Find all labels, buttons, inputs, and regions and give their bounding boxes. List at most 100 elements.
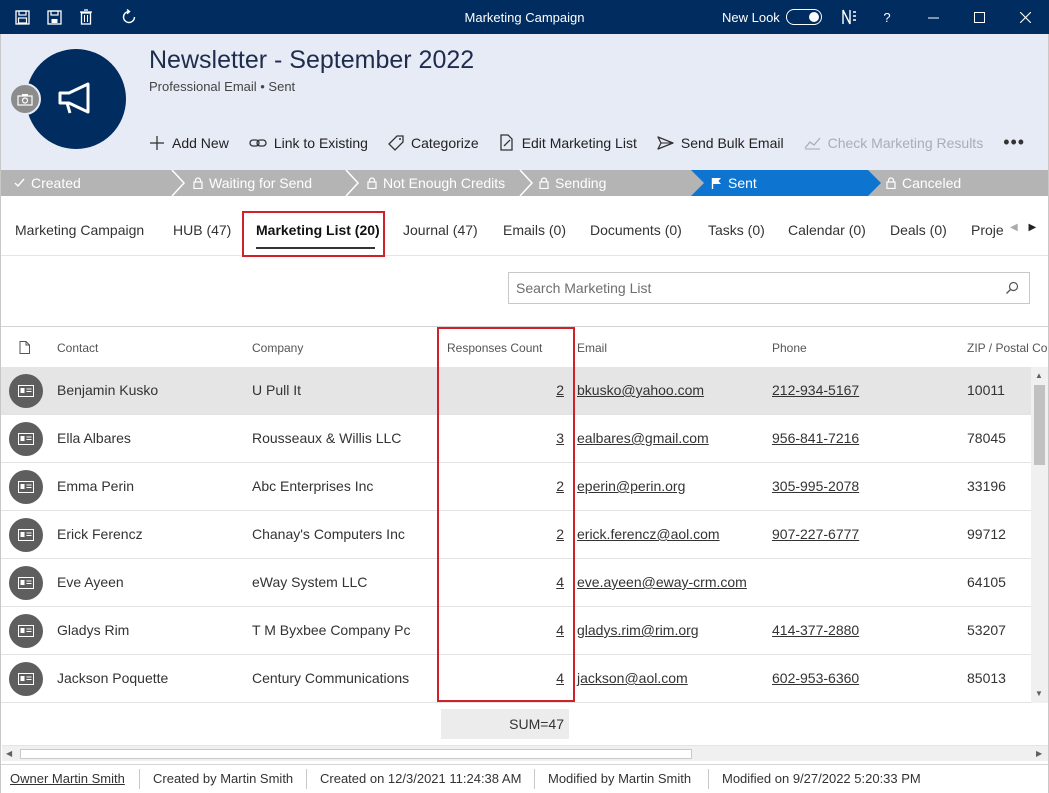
tab-hub[interactable]: HUB (47) (173, 222, 231, 238)
email-link[interactable]: jackson@aol.com (577, 670, 688, 686)
contact-name: Eve Ayeen (57, 574, 124, 590)
tab-emails[interactable]: Emails (0) (503, 222, 566, 238)
link-icon (249, 138, 267, 147)
responses-sum: SUM=47 (441, 709, 569, 739)
company-name: U Pull It (252, 382, 302, 398)
tab-scroll-left-icon[interactable]: ◀ (1010, 222, 1018, 233)
phone-link[interactable]: 956-841-7216 (772, 430, 859, 446)
record-title: Newsletter - September 2022 (149, 46, 475, 74)
stage-bar: Created Waiting for Send Not Enough Cred… (0, 170, 1049, 196)
stage-separator (345, 170, 360, 196)
phone-link[interactable]: 414-377-2880 (772, 622, 859, 638)
contact-card-icon (9, 614, 43, 648)
stage-sending[interactable]: Sending (539, 170, 606, 196)
tab-marketing-campaign[interactable]: Marketing Campaign (15, 222, 144, 238)
phone-link[interactable]: 907-227-6777 (772, 526, 859, 542)
column-header-phone[interactable]: Phone (772, 341, 807, 355)
plus-icon (150, 135, 164, 150)
column-header-company[interactable]: Company (252, 341, 303, 355)
horizontal-scrollbar[interactable]: ◀ ▶ (2, 745, 1048, 761)
stage-not-enough-credits[interactable]: Not Enough Credits (367, 170, 505, 196)
zip-code: 64105 (967, 574, 1006, 590)
tab-tasks[interactable]: Tasks (0) (708, 222, 765, 238)
email-link[interactable]: eperin@perin.org (577, 478, 685, 494)
help-button[interactable]: ? (876, 6, 898, 28)
lock-icon (539, 177, 549, 189)
send-icon (657, 135, 674, 150)
contact-name: Benjamin Kusko (57, 382, 159, 398)
stage-label: Not Enough Credits (383, 175, 506, 191)
stage-sent[interactable]: Sent (711, 170, 757, 196)
scroll-up-icon[interactable]: ▲ (1035, 371, 1043, 380)
stage-label: Canceled (902, 175, 962, 191)
email-link[interactable]: bkusko@yahoo.com (577, 382, 704, 398)
phone-link[interactable]: 602-953-6360 (772, 670, 859, 686)
column-header-contact[interactable]: Contact (57, 341, 98, 355)
email-link[interactable]: eve.ayeen@eway-crm.com (577, 574, 747, 590)
tab-calendar[interactable]: Calendar (0) (788, 222, 866, 238)
scroll-right-icon[interactable]: ▶ (1036, 749, 1042, 758)
document-icon (19, 341, 30, 354)
stage-waiting-for-send[interactable]: Waiting for Send (193, 170, 312, 196)
vertical-scrollbar[interactable]: ▲ ▼ (1031, 367, 1048, 703)
categorize-button[interactable]: Categorize (388, 135, 479, 151)
horizontal-scroll-thumb[interactable] (20, 749, 692, 759)
email-link[interactable]: erick.ferencz@aol.com (577, 526, 720, 542)
scroll-down-icon[interactable]: ▼ (1035, 689, 1043, 698)
stage-separator (519, 170, 534, 196)
zip-code: 53207 (967, 622, 1006, 638)
close-button[interactable] (1014, 6, 1036, 28)
zip-code: 99712 (967, 526, 1006, 542)
add-new-label: Add New (172, 134, 229, 151)
zip-code: 78045 (967, 430, 1006, 446)
column-header-email[interactable]: Email (577, 341, 607, 355)
created-by: Created by Martin Smith (153, 771, 294, 786)
owner-link[interactable]: Owner Martin Smith (10, 771, 125, 786)
company-name: Chanay's Computers Inc (252, 526, 405, 542)
tab-deals[interactable]: Deals (0) (890, 222, 947, 238)
phone-link[interactable]: 305-995-2078 (772, 478, 859, 494)
edit-marketing-list-button[interactable]: Edit Marketing List (499, 134, 637, 151)
action-toolbar: Add New Link to Existing Categorize Edit… (149, 132, 1025, 153)
new-look-toggle[interactable] (786, 9, 822, 25)
more-actions-icon[interactable]: ••• (1003, 132, 1025, 153)
lock-icon (367, 177, 377, 189)
tab-journal[interactable]: Journal (47) (403, 222, 478, 238)
check-marketing-results-label: Check Marketing Results (827, 134, 984, 151)
eway-logo-icon[interactable] (840, 8, 858, 26)
toggle-knob (809, 12, 819, 22)
column-header-zip[interactable]: ZIP / Postal Co (967, 341, 1047, 355)
search-box (508, 272, 1030, 304)
tab-projects[interactable]: Proje (971, 222, 1004, 238)
company-name: Century Communications (252, 670, 410, 686)
camera-icon[interactable] (9, 83, 41, 115)
campaign-avatar (26, 49, 126, 149)
stage-label: Sending (555, 175, 607, 191)
search-input[interactable] (509, 273, 989, 303)
edit-document-icon (500, 134, 513, 151)
company-name: T M Byxbee Company Pc (252, 622, 411, 638)
send-bulk-email-button[interactable]: Send Bulk Email (657, 135, 784, 151)
stage-created[interactable]: Created (14, 170, 81, 196)
record-header: Newsletter - September 2022 Professional… (0, 34, 1049, 170)
minimize-button[interactable] (922, 6, 944, 28)
scroll-left-icon[interactable]: ◀ (6, 749, 12, 758)
tab-scroll-right-icon[interactable]: ▶ (1028, 222, 1036, 233)
contact-card-icon (9, 374, 43, 408)
email-link[interactable]: ealbares@gmail.com (577, 430, 709, 446)
check-marketing-results-button[interactable]: Check Marketing Results (804, 134, 984, 151)
search-icon[interactable] (1005, 281, 1019, 295)
megaphone-icon (58, 82, 90, 114)
link-to-existing-button[interactable]: Link to Existing (249, 135, 368, 151)
stage-canceled[interactable]: Canceled (886, 170, 961, 196)
tab-documents[interactable]: Documents (0) (590, 222, 682, 238)
stage-label: Sent (728, 175, 757, 191)
phone-link[interactable]: 212-934-5167 (772, 382, 859, 398)
status-separator (306, 769, 307, 789)
tab-scroll-arrows[interactable]: ◀ ▶ (1010, 222, 1036, 233)
add-new-button[interactable]: Add New (149, 135, 229, 151)
vertical-scroll-thumb[interactable] (1034, 385, 1045, 465)
email-link[interactable]: gladys.rim@rim.org (577, 622, 699, 638)
contact-card-icon (9, 422, 43, 456)
maximize-button[interactable] (968, 6, 990, 28)
